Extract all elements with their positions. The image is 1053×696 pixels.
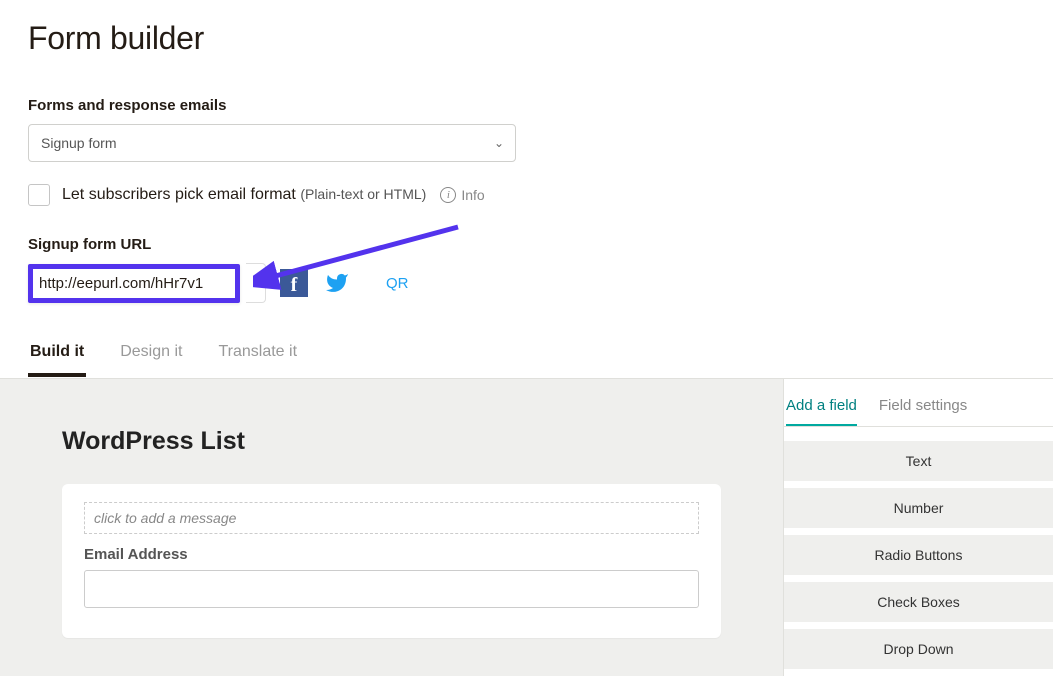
- signup-url-input[interactable]: [39, 275, 229, 292]
- page-title: Form builder: [28, 20, 1025, 57]
- signup-url-highlight: [28, 264, 240, 303]
- message-placeholder[interactable]: click to add a message: [84, 502, 699, 534]
- twitter-icon[interactable]: [322, 271, 352, 295]
- field-option-text[interactable]: Text: [784, 441, 1053, 481]
- qr-link[interactable]: QR: [386, 275, 409, 292]
- side-tab-add-field[interactable]: Add a field: [786, 397, 857, 426]
- tab-translate-it[interactable]: Translate it: [216, 333, 299, 377]
- info-text: Info: [461, 187, 484, 203]
- tab-design-it[interactable]: Design it: [118, 333, 184, 377]
- signup-url-label: Signup form URL: [28, 236, 1025, 253]
- url-trailing-box: [246, 263, 266, 303]
- email-field-label: Email Address: [84, 546, 699, 563]
- field-option-dropdown[interactable]: Drop Down: [784, 629, 1053, 669]
- field-option-radio[interactable]: Radio Buttons: [784, 535, 1053, 575]
- tab-build-it[interactable]: Build it: [28, 333, 86, 377]
- email-format-checkbox[interactable]: [28, 184, 50, 206]
- side-tab-field-settings[interactable]: Field settings: [879, 397, 967, 426]
- facebook-icon[interactable]: f: [280, 269, 308, 297]
- field-option-checkbox[interactable]: Check Boxes: [784, 582, 1053, 622]
- email-field-input[interactable]: [84, 570, 699, 608]
- forms-label: Forms and response emails: [28, 97, 1025, 114]
- forms-select[interactable]: Signup form: [28, 124, 516, 162]
- main-tabs: Build it Design it Translate it: [28, 333, 1025, 378]
- info-icon[interactable]: i: [440, 187, 456, 203]
- form-canvas: WordPress List click to add a message Em…: [0, 379, 783, 676]
- field-side-panel: Add a field Field settings Text Number R…: [783, 379, 1053, 676]
- form-card: click to add a message Email Address: [62, 484, 721, 638]
- field-option-number[interactable]: Number: [784, 488, 1053, 528]
- form-preview-title[interactable]: WordPress List: [62, 427, 721, 456]
- email-format-label: Let subscribers pick email format (Plain…: [62, 186, 426, 204]
